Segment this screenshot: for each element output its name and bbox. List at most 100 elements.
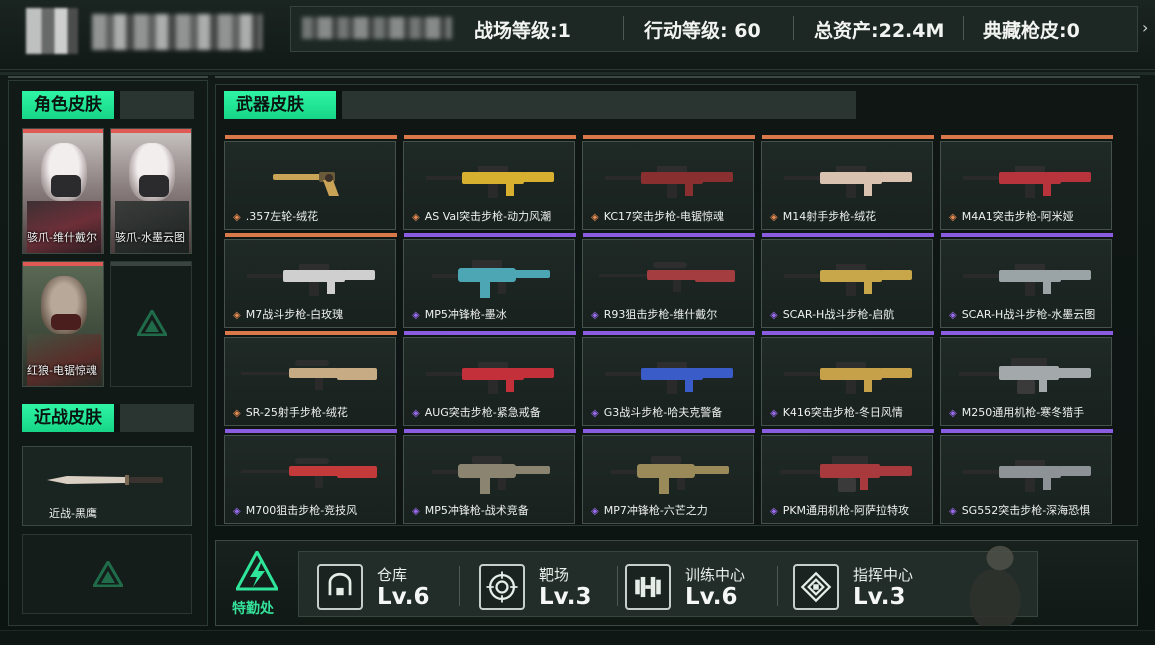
rarity-strip [404,233,576,237]
rarity-diamond-icon: ◈ [770,506,778,517]
weapon-image [426,166,554,198]
chevron-right-icon[interactable]: › [1142,18,1148,37]
player-name-redacted [92,14,262,50]
player-avatar[interactable] [26,8,78,54]
melee-skin-card[interactable]: 近战-黑鹰 [22,446,192,526]
weapon-skin-label: ◈ SCAR-H战斗步枪-水墨云图 [949,306,1095,322]
weapon-skin-label: ◈ KC17突击步枪-电锯惊魂 [591,208,724,224]
weapon-image [784,362,912,394]
knife-image [47,475,163,485]
stat-divider [623,16,624,40]
character-mask [51,175,81,197]
stat-operation-level: 行动等级: 60 [644,20,761,42]
weapon-skin-card[interactable]: ◈ MP5冲锋枪-墨冰 [403,233,576,328]
weapon-skin-card[interactable]: ◈ G3战斗步枪-哈夫克警备 [582,331,755,426]
weapon-skin-card[interactable]: ◈ AUG突击步枪-紧急戒备 [403,331,576,426]
weapon-skin-label: ◈ M7战斗步枪-白玫瑰 [233,306,343,322]
rarity-diamond-icon: ◈ [591,212,599,223]
weapon-skin-card[interactable]: ◈ M4A1突击步枪-阿米娅 [940,135,1113,230]
weapon-skin-name: R93狙击步枪-维什戴尔 [603,308,718,321]
rarity-diamond-icon: ◈ [770,408,778,419]
weapon-image [784,264,912,296]
melee-skins-header: 近战皮肤 [22,404,194,432]
target-icon [479,564,525,610]
character-skin-card[interactable]: 骇爪-维什戴尔 [22,128,104,254]
weapon-skin-card[interactable]: ◈ MP5冲锋枪-战术竞备 [403,429,576,524]
character-skin-label: 骇爪-维什戴尔 [27,231,97,244]
weapon-skin-card[interactable]: ◈ SCAR-H战斗步枪-启航 [761,233,934,328]
rarity-strip [941,331,1113,335]
character-skin-card[interactable]: 红狼-电锯惊魂 [22,261,104,387]
weapon-skin-name: AS Val突击步枪-动力风潮 [424,210,552,223]
weapon-skin-name: SG552突击步枪-深海恐惧 [961,504,1091,517]
melee-skin-slot-empty [22,534,192,614]
weapon-skin-label: ◈ AS Val突击步枪-动力风潮 [412,208,551,224]
rarity-strip [762,233,934,237]
weapon-skin-card[interactable]: ◈ M7战斗步枪-白玫瑰 [224,233,397,328]
rarity-diamond-icon: ◈ [412,310,420,321]
weapon-skin-name: .357左轮-绒花 [245,210,319,223]
weapon-skin-name: G3战斗步枪-哈夫克警备 [603,406,723,419]
character-skin-card[interactable]: 骇爪-水墨云图 [110,128,192,254]
weapon-skin-label: ◈ M14射手步枪-绒花 [770,208,876,224]
weapon-image [963,166,1091,198]
weapon-skin-card[interactable]: ◈ PKM通用机枪-阿萨拉特攻 [761,429,934,524]
weapon-skin-card[interactable]: ◈ R93狙击步枪-维什戴尔 [582,233,755,328]
weapon-skin-label: ◈ AUG突击步枪-紧急戒备 [412,404,541,420]
weapon-image [599,262,735,292]
weapon-skin-label: ◈ M4A1突击步枪-阿米娅 [949,208,1074,224]
command-icon [793,564,839,610]
rarity-diamond-icon: ◈ [233,408,241,419]
special-ops-logo-icon[interactable] [236,551,278,591]
facility-name: 指挥中心 [853,566,914,584]
top-bar: 战场等级:1 行动等级: 60 总资产:22.4M 典藏枪皮:0 › [0,0,1155,70]
rarity-diamond-icon: ◈ [412,506,420,517]
weapon-skin-card[interactable]: ◈ .357左轮-绒花 [224,135,397,230]
weapon-image [605,362,733,394]
rarity-diamond-icon: ◈ [591,408,599,419]
facility-name: 靶场 [539,566,570,584]
rarity-diamond-icon: ◈ [949,506,957,517]
facility-box: 仓库 Lv.6 靶场 Lv.3 训练中心 Lv.6 指挥中心 Lv.3 [298,551,1038,617]
rarity-strip [225,233,397,237]
weapon-skin-card[interactable]: ◈ SR-25射手步枪-绒花 [224,331,397,426]
weapon-image [959,358,1091,394]
rarity-diamond-icon: ◈ [591,310,599,321]
weapon-image [241,458,377,488]
weapon-image [273,172,339,196]
weapon-skin-card[interactable]: ◈ KC17突击步枪-电锯惊魂 [582,135,755,230]
character-skin-label: 红狼-电锯惊魂 [27,364,97,377]
weapon-skin-card[interactable]: ◈ AS Val突击步枪-动力风潮 [403,135,576,230]
rarity-strip [941,233,1113,237]
stat-divider [963,16,964,40]
weapon-skin-card[interactable]: ◈ K416突击步枪-冬日风情 [761,331,934,426]
divider [617,566,618,606]
weapon-skin-card[interactable]: ◈ SG552突击步枪-深海恐惧 [940,429,1113,524]
weapon-skin-name: M4A1突击步枪-阿米娅 [961,210,1074,223]
facility-level: Lv.6 [377,584,430,610]
weapon-skin-name: SCAR-H战斗步枪-水墨云图 [961,308,1096,321]
rarity-diamond-icon: ◈ [412,212,420,223]
character-skins-title: 角色皮肤 [22,91,120,119]
rarity-strip [583,233,755,237]
melee-skins-title: 近战皮肤 [22,404,120,432]
weapon-skin-card[interactable]: ◈ SCAR-H战斗步枪-水墨云图 [940,233,1113,328]
weapon-skin-card[interactable]: ◈ M14射手步枪-绒花 [761,135,934,230]
character-skin-slot-empty [110,261,192,387]
dumbbell-icon [625,564,671,610]
rarity-diamond-icon: ◈ [233,506,241,517]
character-body [27,334,101,386]
weapon-skin-card[interactable]: ◈ M700狙击步枪-竞技风 [224,429,397,524]
weapon-skin-card[interactable]: ◈ MP7冲锋枪-六芒之力 [582,429,755,524]
weapon-skin-card[interactable]: ◈ M250通用机枪-寒冬猎手 [940,331,1113,426]
divider [8,76,208,78]
rarity-diamond-icon: ◈ [949,408,957,419]
weapon-image [611,456,729,494]
weapon-skin-label: ◈ .357左轮-绒花 [233,208,318,224]
rarity-strip [225,331,397,335]
delta-logo-icon [137,310,167,336]
weapon-image [963,460,1091,492]
rarity-strip [762,135,934,139]
facility-level: Lv.6 [685,584,738,610]
rarity-strip [23,262,103,266]
